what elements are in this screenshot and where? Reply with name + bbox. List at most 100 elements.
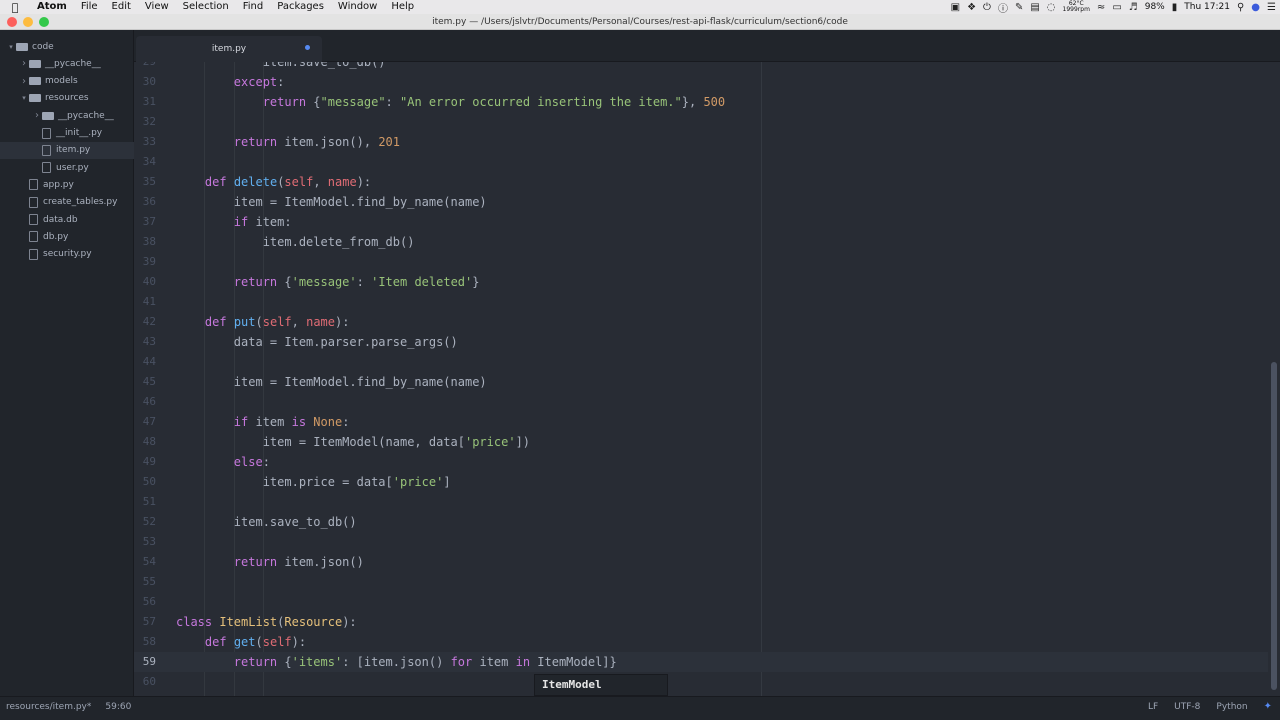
scroll-thumb[interactable] bbox=[1271, 362, 1277, 690]
wifi-icon[interactable]: ≈ bbox=[1097, 2, 1105, 13]
code-line[interactable]: 54 return item.json() bbox=[134, 552, 1268, 572]
code-line[interactable]: 48 item = ItemModel(name, data['price']) bbox=[134, 432, 1268, 452]
menu-find[interactable]: Find bbox=[236, 0, 271, 14]
code-line[interactable]: 47 if item is None: bbox=[134, 412, 1268, 432]
code-line[interactable]: 39 bbox=[134, 252, 1268, 272]
code-line[interactable]: 31 return {"message": "An error occurred… bbox=[134, 92, 1268, 112]
code-line[interactable]: 44 bbox=[134, 352, 1268, 372]
chevron-down-icon[interactable]: ▾ bbox=[19, 94, 29, 102]
code-line[interactable]: 45 item = ItemModel.find_by_name(name) bbox=[134, 372, 1268, 392]
code-line[interactable]: 43 data = Item.parser.parse_args() bbox=[134, 332, 1268, 352]
autocomplete-suggestion[interactable]: ItemModel bbox=[542, 678, 602, 691]
code-line[interactable]: 36 item = ItemModel.find_by_name(name) bbox=[134, 192, 1268, 212]
chevron-right-icon[interactable]: › bbox=[32, 110, 42, 121]
code-line[interactable]: 30 except: bbox=[134, 72, 1268, 92]
tree-file[interactable]: app.py bbox=[0, 176, 134, 193]
tree-folder[interactable]: ▾ code bbox=[0, 38, 134, 55]
line-ending[interactable]: LF bbox=[1148, 697, 1158, 717]
tree-file[interactable]: db.py bbox=[0, 228, 134, 245]
menu-packages[interactable]: Packages bbox=[270, 0, 331, 14]
code-line[interactable]: 41 bbox=[134, 292, 1268, 312]
code-line[interactable]: 59 return {'items': [item.json() for ite… bbox=[134, 652, 1268, 672]
menu-selection[interactable]: Selection bbox=[176, 0, 236, 14]
file-encoding[interactable]: UTF-8 bbox=[1174, 697, 1200, 717]
volume-icon[interactable]: ♬ bbox=[1129, 2, 1138, 13]
code-line[interactable]: 34 bbox=[134, 152, 1268, 172]
battery-icon[interactable]: ▮ bbox=[1172, 2, 1178, 13]
folder-icon bbox=[42, 111, 54, 120]
menu-help[interactable]: Help bbox=[384, 0, 421, 14]
power-icon[interactable]: ⏻ bbox=[983, 2, 991, 13]
code-line[interactable]: 42 def put(self, name): bbox=[134, 312, 1268, 332]
cursor-position[interactable]: 59:60 bbox=[105, 697, 131, 717]
menu-file[interactable]: File bbox=[74, 0, 105, 14]
grammar-selector[interactable]: Python bbox=[1216, 697, 1247, 717]
code-line[interactable]: 40 return {'message': 'Item deleted'} bbox=[134, 272, 1268, 292]
code-line[interactable]: 52 item.save_to_db() bbox=[134, 512, 1268, 532]
battery-percent[interactable]: 98% bbox=[1145, 2, 1165, 12]
modified-indicator-icon[interactable] bbox=[305, 45, 310, 50]
airplay-icon[interactable]: ▭ bbox=[1112, 2, 1121, 13]
menu-view[interactable]: View bbox=[138, 0, 176, 14]
tree-item-label: models bbox=[45, 76, 78, 87]
code-line[interactable]: 38 item.delete_from_db() bbox=[134, 232, 1268, 252]
autocomplete-popup[interactable]: ItemModel bbox=[534, 674, 668, 696]
tree-file[interactable]: __init__.py bbox=[0, 125, 134, 142]
status-area: ▣ ❖ ⏻ ⓘ ✎ ▤ ◌ 62°C 1999rpm ≈ ▭ ♬ 98% ▮ T… bbox=[951, 0, 1276, 15]
tree-folder[interactable]: › __pycache__ bbox=[0, 107, 134, 124]
tree-file[interactable]: user.py bbox=[0, 159, 134, 176]
code-line[interactable]: 35 def delete(self, name): bbox=[134, 172, 1268, 192]
file-path[interactable]: resources/item.py* bbox=[6, 697, 91, 717]
code-line[interactable]: 46 bbox=[134, 392, 1268, 412]
info-icon[interactable]: ⓘ bbox=[998, 0, 1008, 15]
pen-icon[interactable]: ✎ bbox=[1015, 2, 1023, 13]
tree-file[interactable]: item.py bbox=[0, 141, 134, 159]
code-text: item = ItemModel(name, data['price']) bbox=[176, 432, 530, 452]
clock[interactable]: Thu 17:21 bbox=[1184, 2, 1230, 12]
code-token: def bbox=[204, 175, 227, 189]
menu-window[interactable]: Window bbox=[331, 0, 384, 14]
code-line[interactable]: 33 return item.json(), 201 bbox=[134, 132, 1268, 152]
feather-icon[interactable]: ✦ bbox=[1264, 697, 1272, 717]
line-number: 36 bbox=[142, 195, 156, 208]
tree-item-label: app.py bbox=[43, 179, 74, 190]
editor-scrollbar[interactable] bbox=[1268, 62, 1280, 696]
tree-folder[interactable]: › models bbox=[0, 73, 134, 90]
code-token: except bbox=[233, 75, 278, 89]
code-line[interactable]: 50 item.price = data['price'] bbox=[134, 472, 1268, 492]
temperature-readout[interactable]: 62°C 1999rpm bbox=[1063, 1, 1090, 13]
code-line[interactable]: 37 if item: bbox=[134, 212, 1268, 232]
code-line[interactable]: 53 bbox=[134, 532, 1268, 552]
code-line[interactable]: 49 else: bbox=[134, 452, 1268, 472]
line-number: 33 bbox=[142, 135, 156, 148]
chevron-right-icon[interactable]: › bbox=[19, 58, 29, 69]
dropbox-icon[interactable]: ❖ bbox=[967, 2, 976, 13]
code-line[interactable]: 56 bbox=[134, 592, 1268, 612]
monitor-icon[interactable]: ▤ bbox=[1030, 2, 1039, 13]
chevron-right-icon[interactable]: › bbox=[19, 76, 29, 87]
tree-file[interactable]: create_tables.py bbox=[0, 194, 134, 211]
code-line[interactable]: 58 def get(self): bbox=[134, 632, 1268, 652]
user-avatar-icon[interactable]: ● bbox=[1251, 2, 1260, 13]
code-line[interactable]: 32 bbox=[134, 112, 1268, 132]
tree-folder[interactable]: › __pycache__ bbox=[0, 55, 134, 72]
code-line[interactable]: 29 item.save_to_db() bbox=[134, 62, 1268, 72]
code-line[interactable]: 60 bbox=[134, 672, 1268, 692]
code-line[interactable]: 55 bbox=[134, 572, 1268, 592]
tree-folder[interactable]: ▾ resources bbox=[0, 90, 134, 107]
tree-file[interactable]: data.db bbox=[0, 211, 134, 228]
code-token: ): bbox=[356, 175, 372, 189]
code-line[interactable]: 57 class ItemList(Resource): bbox=[134, 612, 1268, 632]
notification-center-icon[interactable]: ☰ bbox=[1267, 2, 1276, 13]
shield-icon[interactable]: ◌ bbox=[1047, 2, 1056, 13]
code-editor[interactable]: 29 item.save_to_db()30 except:31 return … bbox=[134, 62, 1268, 696]
menu-app[interactable]: Atom bbox=[30, 0, 74, 14]
code-line[interactable]: 51 bbox=[134, 492, 1268, 512]
apple-icon[interactable]:  bbox=[0, 1, 30, 14]
tab-item-py[interactable]: item.py bbox=[136, 36, 322, 62]
tree-file[interactable]: security.py bbox=[0, 246, 134, 263]
chevron-down-icon[interactable]: ▾ bbox=[6, 43, 16, 51]
spotlight-icon[interactable]: ⚲ bbox=[1237, 2, 1244, 13]
menu-edit[interactable]: Edit bbox=[105, 0, 138, 14]
screen-record-icon[interactable]: ▣ bbox=[951, 2, 960, 13]
